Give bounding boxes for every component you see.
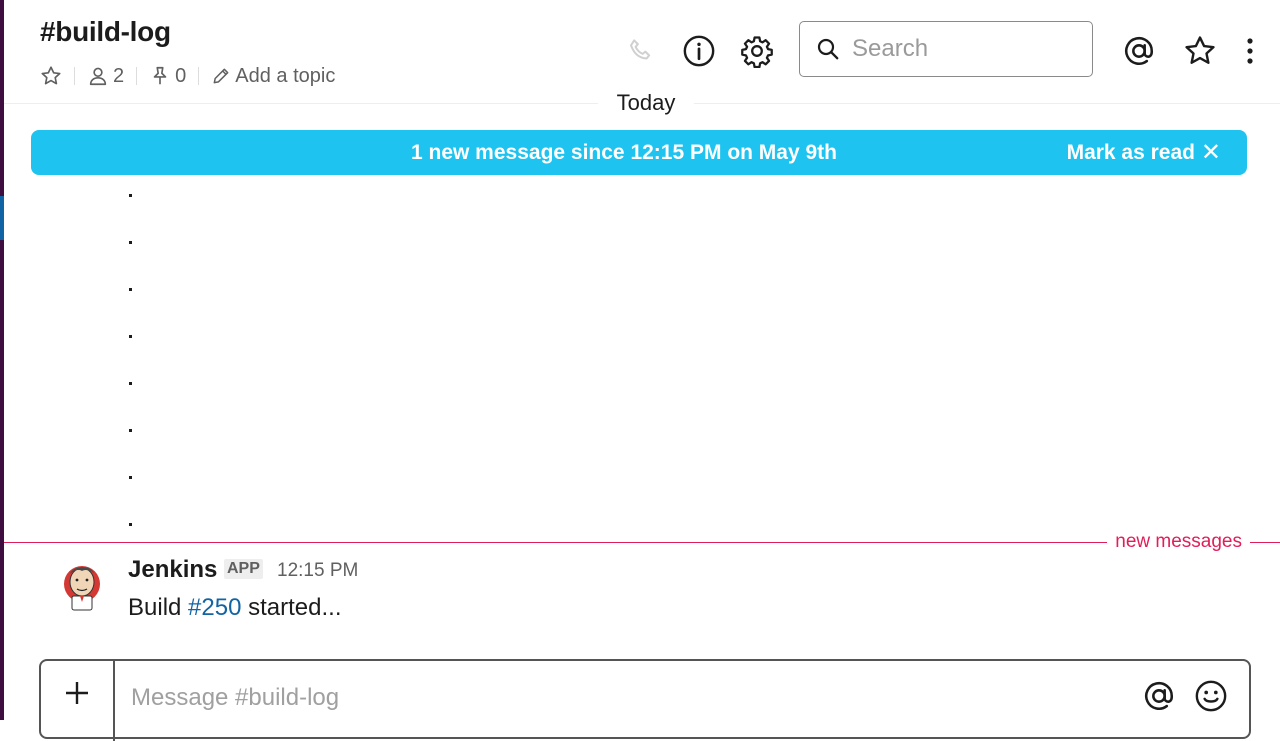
emoji-icon (1195, 680, 1227, 712)
mention-icon (1144, 681, 1174, 710)
meta-separator (198, 67, 200, 85)
close-icon[interactable]: ✕ (1201, 130, 1221, 175)
new-messages-divider (4, 542, 1280, 543)
mention-user-button[interactable] (1142, 679, 1176, 713)
search-icon (817, 38, 839, 60)
member-count-button[interactable]: 2 (87, 65, 124, 88)
ellipsis-dot (128, 475, 133, 480)
channel-meta: 2 0 Add a topic (40, 64, 335, 88)
mention-icon (1124, 36, 1154, 65)
pinned-count: 0 (175, 64, 187, 87)
app-badge: APP (224, 559, 263, 579)
new-messages-label: new messages (1107, 530, 1250, 554)
message-text-suffix: started... (241, 594, 342, 621)
ellipsis-dot (128, 428, 133, 433)
info-icon (683, 35, 715, 67)
more-actions-button[interactable] (1233, 34, 1267, 68)
sidebar-active-indicator (0, 196, 4, 240)
attach-button[interactable] (41, 661, 115, 741)
channel-title: #build-log (40, 16, 171, 47)
ellipsis-dot (128, 334, 133, 339)
gear-icon (741, 36, 773, 68)
emoji-button[interactable] (1194, 679, 1228, 713)
message-sender[interactable]: Jenkins (128, 555, 217, 585)
add-topic-button[interactable]: Add a topic (211, 65, 335, 88)
pinned-count-button[interactable]: 0 (149, 65, 186, 88)
pin-icon (153, 66, 167, 85)
star-outline-icon (41, 66, 61, 85)
plus-icon (66, 682, 88, 704)
star-channel-button[interactable] (40, 65, 62, 87)
new-message-banner[interactable]: 1 new message since 12:15 PM on May 9th … (31, 130, 1247, 175)
ellipsis-dot (128, 287, 133, 292)
ellipsis-dot (128, 240, 133, 245)
jenkins-avatar-icon (64, 566, 100, 611)
channel-details-button[interactable] (682, 34, 716, 68)
add-topic-label: Add a topic (235, 64, 336, 87)
more-vertical-icon (1247, 38, 1253, 64)
message-timestamp[interactable]: 12:15 PM (277, 559, 358, 583)
new-message-banner-text: 1 new message since 12:15 PM on May 9th (410, 141, 837, 164)
build-link[interactable]: #250 (188, 594, 241, 621)
channel-settings-button[interactable] (740, 34, 774, 68)
message-text: Build #250 started... (128, 593, 341, 623)
starred-items-button[interactable] (1183, 34, 1217, 68)
ellipsis-dot (128, 522, 133, 527)
avatar[interactable] (60, 560, 104, 612)
mark-as-read-button[interactable]: Mark as read (1067, 130, 1195, 175)
member-count: 2 (113, 64, 125, 87)
search-input[interactable] (850, 34, 1074, 64)
person-icon (89, 67, 107, 86)
search-box[interactable] (799, 21, 1093, 77)
mentions-button[interactable] (1122, 34, 1156, 68)
message-composer (39, 659, 1251, 741)
ellipsis-dot (128, 193, 133, 198)
workspace-sidebar-edge (0, 0, 4, 720)
star-icon (1185, 36, 1215, 64)
day-divider: Today (598, 88, 694, 118)
message-text-prefix: Build (128, 594, 189, 621)
phone-icon (630, 39, 651, 60)
call-button[interactable] (624, 34, 658, 68)
meta-separator (136, 67, 138, 85)
message-input[interactable] (129, 683, 1113, 713)
ellipsis-dot (128, 381, 133, 386)
pencil-icon (213, 68, 229, 84)
meta-separator (74, 67, 75, 85)
